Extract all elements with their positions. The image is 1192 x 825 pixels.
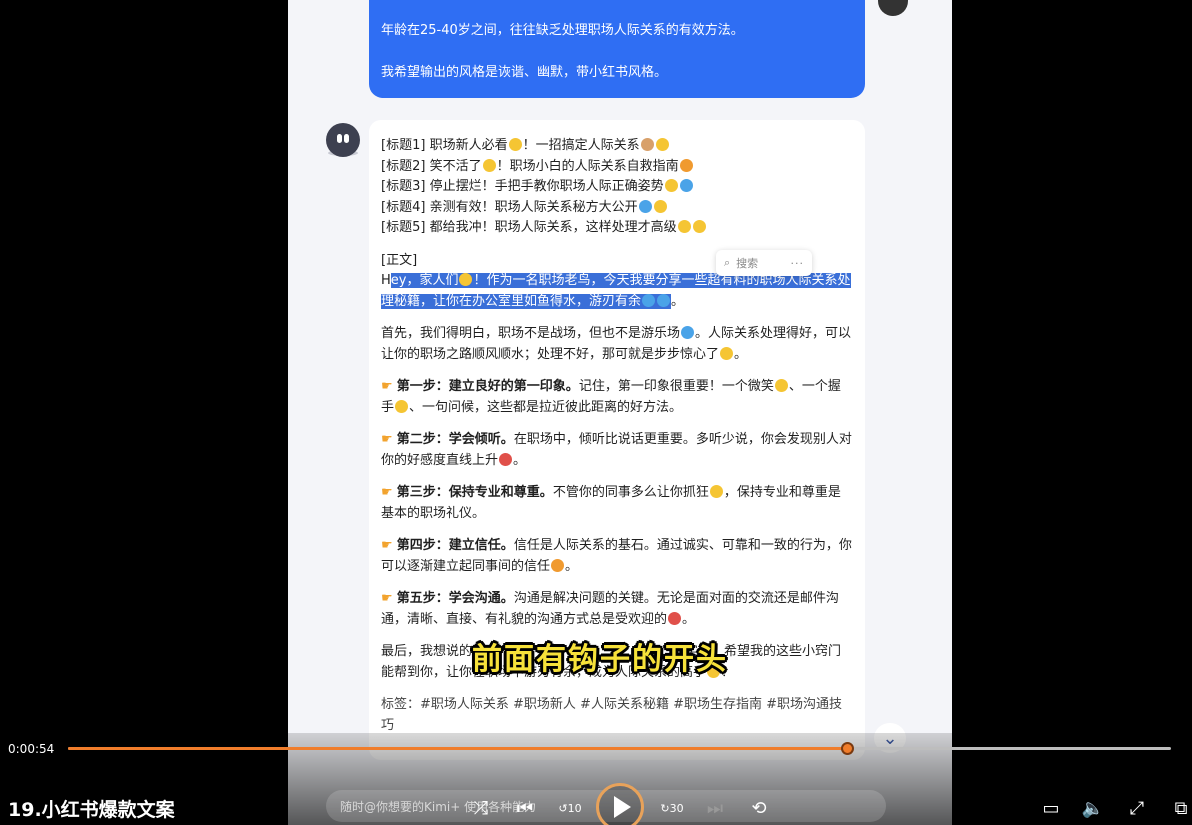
para-text: 。 (734, 346, 748, 362)
more-icon[interactable]: ··· (791, 257, 805, 270)
bot-avatar (326, 123, 360, 157)
video-title: 19.小红书爆款文案 (8, 799, 175, 821)
intro-lead: H (381, 273, 391, 288)
forward-30-icon[interactable]: ↻30 (659, 796, 685, 820)
title-list: [标题1] 职场新人必看 ！一招搞定人际关系 [标题2] 笑不活了 ！职场小白的人际… (381, 136, 853, 239)
current-time: 0:00:54 (8, 742, 55, 756)
step-paragraph: ☛ 第五步：学会沟通。沟通是解决问题的关键。无论是面对面的交流还是邮件沟通，清晰… (381, 589, 853, 630)
step-text: 。 (513, 452, 527, 468)
eyes-emoji-icon (508, 138, 522, 151)
scared-emoji-icon (720, 346, 734, 360)
fish-emoji-icon (642, 293, 656, 307)
title-text: 职场新人必看 (429, 138, 508, 153)
play-button[interactable] (596, 783, 644, 825)
step-text: 。 (565, 558, 579, 574)
step-paragraph: ☛ 第一步：建立良好的第一印象。记住，第一印象很重要！一个微笑 、一个握手 、一句问… (381, 377, 853, 418)
title-item: [标题3] 停止摆烂！手把手教你职场人际正确姿势 (381, 177, 853, 198)
title-item: [标题5] 都给我冲！职场人际关系，这样处理才高级 (381, 218, 853, 239)
selection-search-popup[interactable]: ⌕ 搜索 ··· (716, 250, 812, 276)
step-text: 、一句问候，这些都是拉近彼此距离的好方法。 (409, 399, 683, 415)
user-message-bubble: 年龄在25-40岁之间，往往缺乏处理职场人际关系的有效方法。 我希望输出的风格是… (369, 0, 865, 98)
heart-emoji-icon (655, 138, 669, 151)
pointing-hand-icon: ☛ (381, 538, 393, 553)
wave-emoji-icon (459, 273, 473, 286)
rewind-10-icon[interactable]: ↺10 (557, 796, 583, 820)
crown-emoji-icon (677, 220, 691, 233)
step-paragraph: ☛ 第四步：建立信任。信任是人际关系的基石。通过诚实、可靠和一致的行为，你可以逐… (381, 536, 853, 577)
selected-text-part: ey，家人们 (390, 273, 459, 288)
step-title: 第二步：学会倾听。 (396, 432, 514, 447)
para-text: 最后，我想说的 (381, 644, 473, 659)
title-text: 都给我冲！职场人际关系，这样处理才高级 (429, 220, 677, 235)
step-paragraph: ☛ 第二步：学会倾听。在职场中，倾听比说话更重要。多听少说，你会发现别人对你的好… (381, 430, 853, 471)
volume-icon[interactable]: 🔈 (1080, 796, 1106, 820)
frustrated-emoji-icon (709, 485, 723, 498)
tags-line: 标签：#职场人际关系 #职场新人 #人际关系秘籍 #职场生存指南 #职场沟通技巧 (381, 697, 842, 733)
pointing-hand-icon: ☛ (381, 379, 393, 394)
splash-emoji-icon (657, 293, 671, 307)
title-text: 亲测有效！职场人际关系秘方大公开 (429, 199, 638, 215)
smile-emoji-icon (774, 379, 788, 392)
subtitles-icon[interactable]: ▭ (1038, 796, 1064, 820)
step-title: 第五步：学会沟通。 (396, 591, 514, 606)
step-text: 不管你的同事多么让你抓狂 (552, 485, 709, 500)
intro-tail: 。 (671, 293, 685, 309)
handshake-emoji-icon (395, 399, 409, 413)
pointing-hand-icon: ☛ (381, 485, 393, 500)
title-item: [标题2] 笑不活了 ！职场小白的人际关系自救指南 (381, 157, 853, 178)
title-text: 停止摆烂！手把手教你职场人际正确姿势 (429, 179, 664, 194)
title-label: [标题3] (381, 179, 426, 194)
step-title: 第三步：保持专业和尊重。 (396, 485, 553, 500)
title-item: [标题1] 职场新人必看 ！一招搞定人际关系 (381, 136, 853, 157)
search-icon: ⌕ (724, 256, 731, 269)
picture-in-picture-icon[interactable]: ⧉ (1168, 796, 1192, 820)
heart-emoji-icon (664, 179, 678, 192)
intro-paragraph[interactable]: Hey，家人们 ！作为一名职场老鸟，今天我要分享一些超有料的职场人际关系处理秘籍，… (381, 271, 853, 312)
lock-emoji-icon (551, 558, 565, 572)
laughing-emoji-icon (482, 158, 496, 172)
progress-bar[interactable] (68, 742, 1171, 755)
user-message-line: 年龄在25-40岁之间，往往缺乏处理职场人际关系的有效方法。 (381, 23, 744, 38)
thumbs-up-emoji-icon (692, 220, 706, 233)
title-label: [标题2] (381, 158, 426, 174)
title-label: [标题5] (381, 220, 426, 235)
magnifier-emoji-icon (638, 199, 652, 213)
video-caption: 前面有钩子的开头 (472, 642, 728, 677)
book-emoji-icon (679, 158, 693, 172)
pointing-hand-icon: ☛ (381, 432, 393, 447)
step-text: 。 (682, 611, 696, 627)
title-text: 笑不活了 (429, 158, 482, 174)
person-emoji-icon (640, 138, 654, 151)
title-text: ！一招搞定人际关系 (522, 138, 640, 153)
previous-icon[interactable]: ⏮ (512, 796, 538, 820)
progress-knob[interactable] (840, 742, 854, 755)
carousel-emoji-icon (681, 326, 695, 339)
rocket-emoji-icon (679, 179, 693, 192)
loop-off-icon[interactable]: ⟲ (746, 796, 772, 820)
search-popup-label: 搜索 (736, 257, 759, 270)
selected-text[interactable]: ey，家人们 ！作为一名职场老鸟，今天我要分享一些超有料的职场人际关系处理秘籍，让… (381, 273, 851, 309)
title-label: [标题4] (381, 199, 426, 215)
mail-emoji-icon (668, 611, 682, 625)
progress-fill (68, 747, 847, 750)
shuffle-icon[interactable]: ⤮ (468, 796, 494, 820)
first-paragraph: 首先，我们得明白，职场不是战场，但也不是游乐场 。人际关系处理得好，可以让你的职场… (381, 324, 853, 365)
title-label: [标题1] (381, 138, 426, 153)
step-text: 记住，第一印象很重要！一个微笑 (578, 379, 774, 394)
user-avatar (878, 0, 908, 16)
title-text: ！职场小白的人际关系自救指南 (496, 158, 679, 174)
para-text: 首先，我们得明白，职场不是战场，但也不是游乐场 (381, 326, 681, 341)
bulb-emoji-icon (653, 199, 667, 213)
step-paragraph: ☛ 第三步：保持专业和尊重。不管你的同事多么让你抓狂 ，保持专业和尊重是基本的职场… (381, 483, 853, 524)
user-message-line: 我希望输出的风格是诙谐、幽默，带小红书风格。 (381, 65, 668, 80)
chart-up-emoji-icon (499, 452, 513, 466)
video-frame: 年龄在25-40岁之间，往往缺乏处理职场人际关系的有效方法。 我希望输出的风格是… (288, 0, 952, 825)
next-icon[interactable]: ⏭ (702, 796, 728, 820)
pointing-hand-icon: ☛ (381, 591, 393, 606)
step-title: 第一步：建立良好的第一印象。 (396, 379, 579, 394)
fullscreen-icon[interactable]: ⤢ (1124, 796, 1150, 820)
title-item: [标题4] 亲测有效！职场人际关系秘方大公开 (381, 198, 853, 219)
step-title: 第四步：建立信任。 (396, 538, 514, 553)
